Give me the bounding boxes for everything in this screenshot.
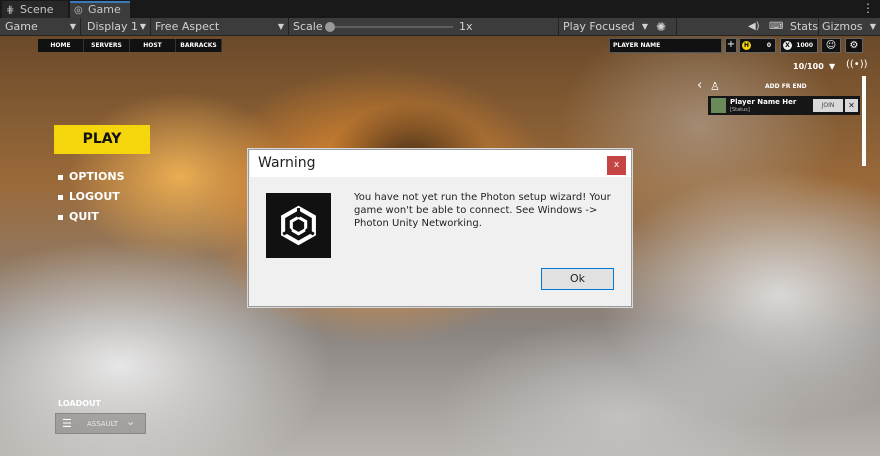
nav-home[interactable]: HOME: [38, 39, 84, 52]
add-friend-icon[interactable]: ♙: [710, 80, 720, 93]
tab-game[interactable]: ◎ Game: [70, 1, 130, 18]
nav-host[interactable]: HOST: [130, 39, 176, 52]
ok-button[interactable]: Ok: [541, 268, 614, 290]
friend-status: [Status]: [730, 107, 750, 113]
play-mode-dropdown[interactable]: Play Focused ▼: [559, 18, 652, 36]
remove-friend-button[interactable]: ✕: [845, 99, 858, 112]
divider: [676, 18, 677, 36]
credit-icon: X: [783, 41, 792, 50]
ammo-icon: ☰: [62, 417, 72, 430]
bullet-icon: [58, 214, 63, 220]
main-menu: OPTIONS LOGOUT QUIT: [58, 170, 125, 230]
display-label: Display 1: [87, 20, 139, 33]
chevron-down-icon: ▼: [139, 22, 146, 31]
chevron-down-icon: ▼: [69, 22, 76, 31]
credits-value: 1000: [796, 42, 813, 49]
menu-item-label: QUIT: [69, 210, 99, 223]
divider: [818, 18, 819, 36]
tab-scene-label: Scene: [20, 3, 54, 16]
friend-name: Player Name Her: [730, 98, 797, 106]
loadout-value: ASSAULT: [87, 420, 118, 428]
credits-display: X 1000: [780, 38, 818, 53]
bug-icon[interactable]: ✺: [656, 18, 666, 36]
chevron-down-icon: ▼: [869, 22, 876, 31]
mute-audio-icon[interactable]: ◀): [748, 18, 760, 36]
dialog-message: You have not yet run the Photon setup wi…: [354, 192, 611, 229]
coins-display: H 0: [739, 38, 776, 53]
player-bar: PLAYER NAME + H 0 X 1000 ☺ ⚙: [609, 38, 867, 54]
display-dropdown[interactable]: Display 1 ▼: [81, 18, 150, 36]
chevron-down-icon: ⌄: [126, 415, 136, 428]
tab-game-label: Game: [88, 3, 121, 16]
add-currency-button[interactable]: +: [725, 38, 737, 53]
game-toolbar: Game ▼ Display 1 ▼ Free Aspect ▼ Scale 1…: [0, 18, 880, 36]
friend-list-item: Player Name Her [Status] JOIN ✕: [708, 96, 860, 115]
friends-icon[interactable]: ☺: [821, 38, 841, 53]
scale-slider-handle[interactable]: [325, 22, 335, 32]
gizmos-dropdown[interactable]: Gizmos ▼: [822, 18, 880, 36]
game-view-label: Game: [5, 20, 38, 33]
stats-button[interactable]: Stats: [790, 18, 818, 36]
gamepad-icon: ◎: [74, 5, 83, 16]
aspect-dropdown[interactable]: Free Aspect ▼: [151, 18, 288, 36]
menu-item-label: LOGOUT: [69, 190, 120, 203]
close-button[interactable]: x: [607, 156, 626, 175]
loadout-label: LOADOUT: [58, 399, 101, 408]
keyboard-icon[interactable]: ⌨: [769, 18, 783, 36]
coin-icon: H: [742, 41, 751, 50]
play-mode-label: Play Focused: [563, 20, 635, 33]
chevron-left-icon[interactable]: ‹: [697, 78, 702, 93]
chevron-down-icon[interactable]: ▼: [829, 62, 835, 71]
scale-value: 1x: [459, 20, 473, 33]
coins-value: 0: [766, 42, 771, 49]
avatar: [711, 98, 726, 113]
nav-barracks[interactable]: BARRACKS: [176, 39, 222, 52]
grid-icon: ⋕: [6, 5, 15, 16]
nav-servers[interactable]: SERVERS: [84, 39, 130, 52]
friends-header: ‹ ♙ ADD FR END: [697, 78, 857, 94]
editor-tab-bar: ⋕ Scene ◎ Game ⋮: [0, 0, 880, 18]
chevron-down-icon: ▼: [641, 22, 648, 31]
gizmos-label: Gizmos: [822, 20, 863, 33]
menu-item-options[interactable]: OPTIONS: [58, 170, 125, 190]
unity-logo-icon: [266, 193, 331, 258]
signal-icon: ((•)): [846, 59, 868, 70]
divider: [288, 18, 289, 36]
dialog-title: Warning: [250, 150, 631, 177]
bullet-icon: [58, 194, 63, 200]
play-button[interactable]: PLAY: [54, 125, 150, 154]
friends-header-label: ADD FR END: [765, 83, 807, 90]
menu-item-quit[interactable]: QUIT: [58, 210, 125, 230]
bullet-icon: [58, 174, 63, 180]
friends-scrollbar[interactable]: [862, 76, 866, 166]
scale-slider-track[interactable]: [330, 26, 453, 28]
game-view-dropdown[interactable]: Game ▼: [0, 18, 80, 36]
loadout-dropdown[interactable]: ☰ ASSAULT ⌄: [55, 413, 146, 434]
join-button[interactable]: JOIN: [813, 99, 843, 112]
game-top-nav: HOME SERVERS HOST BARRACKS: [38, 39, 222, 52]
chevron-down-icon: ▼: [277, 22, 284, 31]
server-capacity: 10/100: [793, 62, 824, 71]
aspect-label: Free Aspect: [155, 20, 220, 33]
menu-item-label: OPTIONS: [69, 170, 125, 183]
menu-item-logout[interactable]: LOGOUT: [58, 190, 125, 210]
settings-gear-icon[interactable]: ⚙: [845, 38, 863, 53]
tab-scene[interactable]: ⋕ Scene: [2, 1, 68, 18]
player-name: PLAYER NAME: [609, 38, 722, 53]
scale-label: Scale: [293, 20, 323, 33]
warning-dialog: Warning x You have not yet run the Photo…: [248, 149, 632, 307]
more-options-icon[interactable]: ⋮: [862, 1, 874, 15]
